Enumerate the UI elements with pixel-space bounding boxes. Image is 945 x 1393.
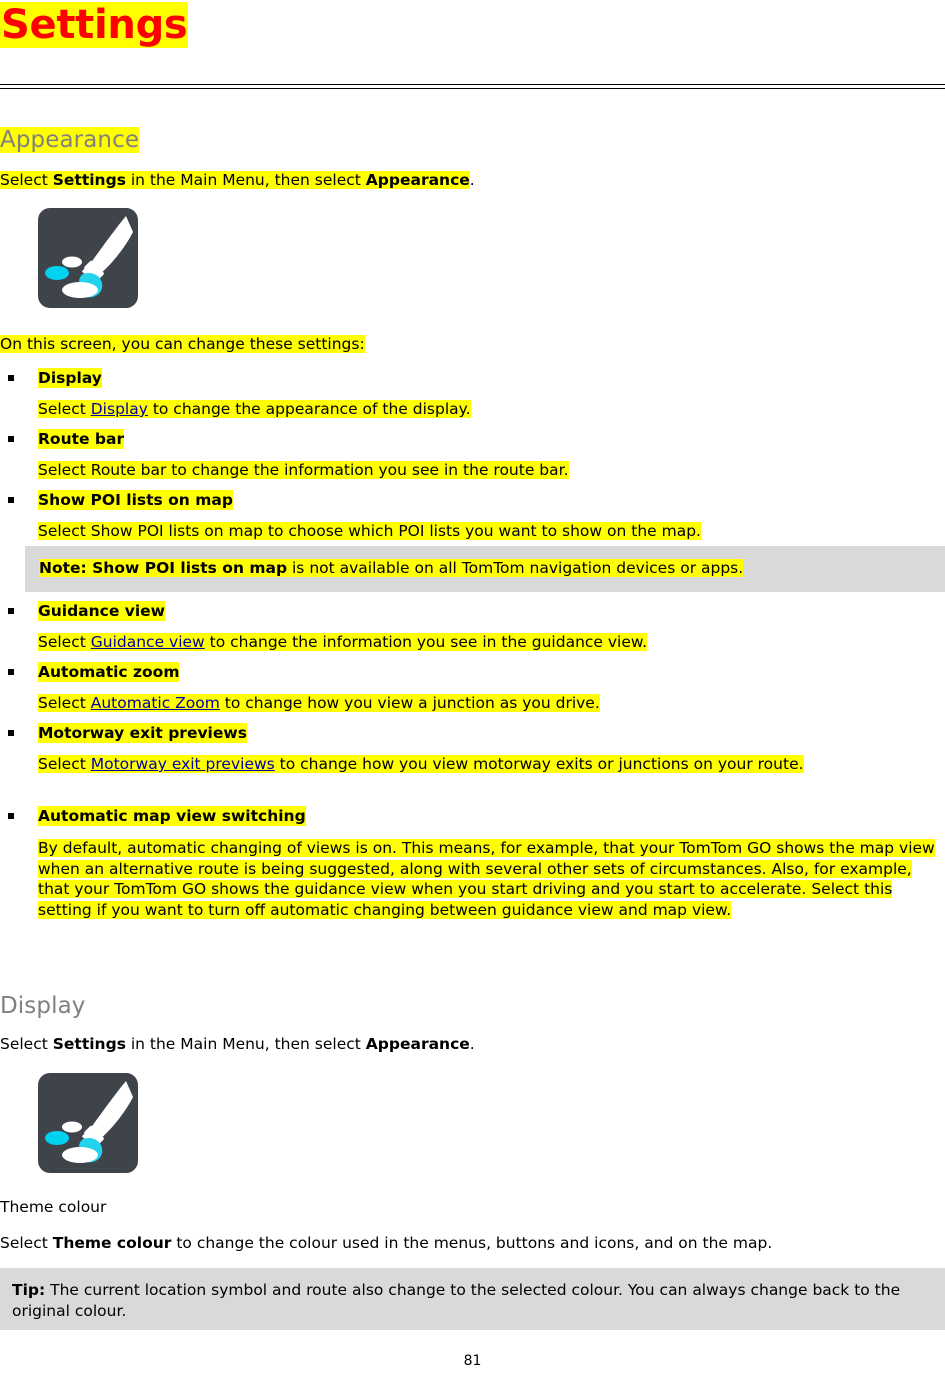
section-heading-display: Display [0, 993, 86, 1019]
appearance-paintbrush-icon [38, 208, 138, 313]
list-item: Motorway exit previews [0, 723, 247, 744]
display-body-paragraph: Select Theme colour to change the colour… [0, 1234, 773, 1252]
bullet-description: Select Motorway exit previews to change … [38, 755, 804, 773]
bullet-square-icon [8, 608, 14, 614]
list-item: Route bar [0, 429, 125, 450]
link-guidance-view[interactable]: Guidance view [91, 633, 205, 651]
display-intro-paragraph: Select Settings in the Main Menu, then s… [0, 1035, 475, 1053]
bullet-square-icon [8, 813, 14, 819]
bullet-square-icon [8, 497, 14, 503]
header-divider [0, 84, 945, 89]
bullet-label: Motorway exit previews [38, 723, 247, 744]
bullet-square-icon [8, 669, 14, 675]
list-item: Automatic zoom [0, 662, 180, 683]
bullet-description: Select Automatic Zoom to change how you … [38, 694, 600, 712]
bullet-description: Select Show POI lists on map to choose w… [38, 522, 701, 540]
display-subheading: Theme colour [0, 1198, 107, 1216]
link-automatic-zoom[interactable]: Automatic Zoom [91, 694, 220, 712]
appearance-intro-paragraph: Select Settings in the Main Menu, then s… [0, 171, 475, 189]
bullet-description: Select Route bar to change the informati… [38, 461, 569, 479]
bullet-square-icon [8, 375, 14, 381]
bullet-square-icon [8, 436, 14, 442]
tip-callout-box: Tip: The current location symbol and rou… [0, 1268, 945, 1330]
bullet-label: Guidance view [38, 601, 166, 622]
bullet-square-icon [8, 730, 14, 736]
bullet-label: Show POI lists on map [38, 490, 233, 511]
link-motorway-exit-previews[interactable]: Motorway exit previews [91, 755, 275, 773]
bullet-label: Route bar [38, 429, 125, 450]
section-heading-appearance: Appearance [0, 127, 140, 153]
bullet-description: By default, automatic changing of views … [38, 839, 935, 919]
tip-text: Tip: The current location symbol and rou… [12, 1281, 901, 1320]
bullet-description: Select Guidance view to change the infor… [38, 633, 648, 651]
bullet-label: Automatic map view switching [38, 806, 306, 827]
bullet-label: Automatic zoom [38, 662, 180, 683]
appearance-lead-in: On this screen, you can change these set… [0, 335, 365, 353]
page-title: Settings [0, 2, 189, 49]
page-number: 81 [463, 1353, 482, 1369]
list-item: Display [0, 368, 102, 389]
list-item: Guidance view [0, 601, 166, 622]
display-paintbrush-icon [38, 1073, 138, 1178]
note-text: Note: Show POI lists on map is not avail… [39, 559, 744, 577]
list-item: Automatic map view switching [0, 806, 306, 827]
link-display[interactable]: Display [91, 400, 148, 418]
note-callout-box: Note: Show POI lists on map is not avail… [25, 546, 945, 592]
bullet-description: Select Display to change the appearance … [38, 400, 471, 418]
bullet-label: Display [38, 368, 102, 389]
document-page: Settings Appearance Select Settings in t… [0, 0, 945, 1393]
list-item: Show POI lists on map [0, 490, 233, 511]
page-title-text: Settings [0, 2, 189, 48]
